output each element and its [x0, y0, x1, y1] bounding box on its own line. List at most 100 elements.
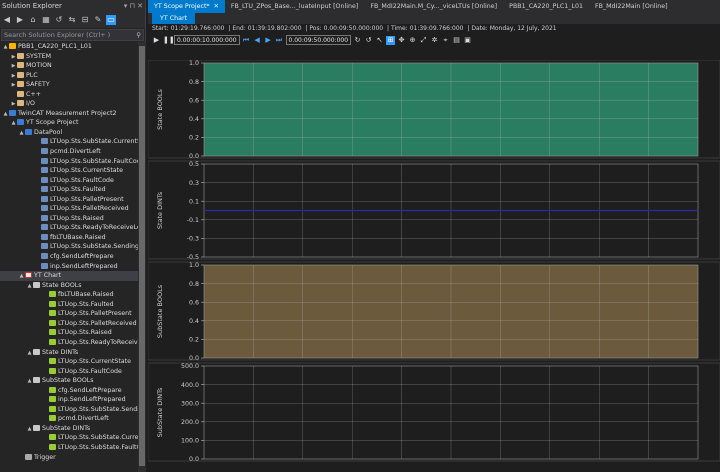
cursor-icon[interactable]: ↖	[375, 36, 384, 45]
tree-node[interactable]: Trigger	[0, 453, 138, 463]
tree-node[interactable]: C++	[0, 90, 138, 100]
document-tab[interactable]: PBB1_CA220_PLC1_L01	[503, 0, 589, 13]
fit-icon[interactable]: ⤢	[419, 36, 428, 45]
refresh-icon[interactable]: ↻	[353, 36, 362, 45]
document-tab[interactable]: FB_MdI22Main.M_Cy..._viceLTUs [Online]	[364, 0, 503, 13]
tree-scrollbar[interactable]	[138, 42, 146, 472]
expand-arrow-icon[interactable]: ▲	[2, 43, 9, 52]
panel-icon[interactable]: ▣	[463, 36, 472, 45]
tree-node[interactable]: LTUop.Sts.PalletPresent	[0, 195, 138, 205]
tree-node[interactable]: fbLTUBase.Raised	[0, 290, 138, 300]
collapse-arrow-icon[interactable]: ▶	[10, 62, 17, 71]
tree-node[interactable]: ▲ State BOOLs	[0, 281, 138, 291]
tree-node[interactable]: LTUop.Sts.FaultCode	[0, 367, 138, 377]
tree-node[interactable]: LTUop.Sts.ReadyToReceiv	[0, 338, 138, 348]
play-icon[interactable]: ▶	[152, 36, 161, 45]
tree-node[interactable]: pcmd.DivertLeft	[0, 414, 138, 424]
tree-node[interactable]: LTUop.Sts.SubState.CurrentSt	[0, 137, 138, 147]
settings-icon[interactable]: ✲	[430, 36, 439, 45]
chart-panel[interactable]: 1.0 0.8 0.6 0.4 0.2 0.0 State BOOLs	[148, 60, 720, 160]
chart-panel[interactable]: 500.0 400.0 300.0 200.0 100.0 0.0 SubState DIN…	[148, 362, 720, 463]
panel-window-buttons[interactable]: ▾ ⊓ ✕	[124, 0, 143, 12]
skip-start-icon[interactable]: ⏮	[242, 36, 251, 45]
tree-node[interactable]: ▲ DataPool	[0, 128, 138, 138]
tree-node[interactable]: LTUop.Sts.PalletReceived	[0, 319, 138, 329]
tree-node[interactable]: LTUop.Sts.SubState.Currer	[0, 433, 138, 443]
properties-icon[interactable]: ✎	[93, 15, 103, 25]
tree-node[interactable]: LTUop.Sts.SubState.FaultCod	[0, 157, 138, 167]
tree-node[interactable]: ▶ SAFETY	[0, 80, 138, 90]
expand-arrow-icon[interactable]: ▲	[26, 377, 33, 386]
tree-node[interactable]: ▲ YT Scope Project	[0, 118, 138, 128]
skip-end-icon[interactable]: ⏭	[275, 36, 284, 45]
tree-node[interactable]: inp.SendLeftPrepared	[0, 262, 138, 272]
pan-icon[interactable]: ✥	[397, 36, 406, 45]
tree-node[interactable]: LTUop.Sts.SubState.FaultC	[0, 443, 138, 453]
marker-icon[interactable]: ⌖	[441, 36, 450, 45]
search-icon[interactable]: ⚲	[136, 30, 141, 40]
tree-node[interactable]: LTUop.Sts.ReadyToReceiveLe	[0, 223, 138, 233]
tree-node[interactable]: ▶ PLC	[0, 71, 138, 81]
tree-node[interactable]: ▲ SubState BOOLs	[0, 376, 138, 386]
tree-node[interactable]: LTUop.Sts.PalletPresent	[0, 309, 138, 319]
chart-panel[interactable]: 0.5 0.3 0.1 -0.1 -0.3 -0.5 State DINTs	[148, 160, 720, 261]
tree-node[interactable]: ▲ PBB1_CA220_PLC1_L01	[0, 42, 138, 52]
back-icon[interactable]: ◀	[2, 15, 12, 25]
tree-node[interactable]: cfg.SendLeftPrepare	[0, 386, 138, 396]
document-tab[interactable]: YT Scope Project* ✕	[148, 0, 225, 13]
undo-icon[interactable]: ↺	[364, 36, 373, 45]
expand-arrow-icon[interactable]: ▲	[2, 110, 9, 119]
sync-icon[interactable]: ⇆	[67, 15, 77, 25]
solution-explorer-search-input[interactable]: Search Solution Explorer (Ctrl+ ) ⚲	[1, 29, 144, 41]
pause-icon[interactable]: ❚❚	[163, 36, 175, 45]
tree-node[interactable]: LTUop.Sts.SubState.Sending	[0, 242, 138, 252]
tree-node[interactable]: LTUop.Sts.SubState.Sendi	[0, 405, 138, 415]
scrollbar-thumb[interactable]	[139, 46, 145, 466]
expand-arrow-icon[interactable]: ▲	[26, 349, 33, 358]
preview-icon[interactable]: ▭	[106, 15, 116, 25]
interval-input[interactable]: 0.00:00:10.000:000	[174, 35, 240, 45]
tab-yt-chart[interactable]: YT Chart	[152, 13, 195, 24]
tree-node[interactable]: LTUop.Sts.Raised	[0, 214, 138, 224]
collapse-arrow-icon[interactable]: ▶	[10, 100, 17, 109]
tree-node[interactable]: pcmd.DivertLeft	[0, 147, 138, 157]
tree-node[interactable]: LTUop.Sts.Faulted	[0, 185, 138, 195]
tree-node[interactable]: LTUop.Sts.CurrentState	[0, 166, 138, 176]
tree-node[interactable]: ▲ State DINTs	[0, 348, 138, 358]
tree-node[interactable]: ▲ YT Chart	[0, 271, 138, 281]
position-input[interactable]: 0.00:09:50.000:000	[285, 35, 352, 45]
tree-node[interactable]: LTUop.Sts.FaultCode	[0, 176, 138, 186]
collapse-arrow-icon[interactable]: ▶	[10, 53, 17, 62]
export-icon[interactable]: ▤	[452, 36, 461, 45]
chart-panel[interactable]: 1.0 0.8 0.6 0.4 0.2 0.0 SubState BOOLs	[148, 261, 720, 362]
collapse-arrow-icon[interactable]: ▶	[10, 72, 17, 81]
expand-arrow-icon[interactable]: ▲	[18, 129, 25, 138]
document-tab[interactable]: FB_MdI22Main [Online]	[589, 0, 674, 13]
yt-chart-area[interactable]: 1.0 0.8 0.6 0.4 0.2 0.0 State BOOLs 0.5 0.3 0.1 -0…	[148, 60, 720, 472]
tree-node[interactable]: LTUop.Sts.Faulted	[0, 300, 138, 310]
tree-node[interactable]: ▲ SubState DINTs	[0, 424, 138, 434]
view-switch-icon[interactable]: ▦	[41, 15, 51, 25]
expand-arrow-icon[interactable]: ▲	[26, 425, 33, 434]
tree-node[interactable]: inp.SendLeftPrepared	[0, 395, 138, 405]
tree-node[interactable]: fbLTUBase.Raised	[0, 233, 138, 243]
zoom-select-icon[interactable]: ⊞	[386, 35, 396, 45]
tree-node[interactable]: ▶ I/O	[0, 99, 138, 109]
collapse-arrow-icon[interactable]: ▶	[10, 81, 17, 90]
tree-node[interactable]: LTUop.Sts.PalletReceived	[0, 204, 138, 214]
expand-arrow-icon[interactable]: ▲	[18, 272, 25, 281]
expand-arrow-icon[interactable]: ▲	[26, 282, 33, 291]
tree-node[interactable]: ▲ TwinCAT Measurement Project2	[0, 109, 138, 119]
tree-node[interactable]: ▶ SYSTEM	[0, 52, 138, 62]
close-tab-icon[interactable]: ✕	[214, 3, 219, 10]
step-forward-icon[interactable]: ▶	[264, 36, 273, 45]
collapse-all-icon[interactable]: ⊟	[80, 15, 90, 25]
step-back-icon[interactable]: ◀	[253, 36, 262, 45]
tree-node[interactable]: ▶ MOTION	[0, 61, 138, 71]
forward-icon[interactable]: ▶	[15, 15, 25, 25]
home-icon[interactable]: ⌂	[28, 15, 38, 25]
zoom-icon[interactable]: ⊕	[408, 36, 417, 45]
document-tab[interactable]: FB_LTU_ZPos_Base..._luateInput [Online]	[225, 0, 364, 13]
tree-node[interactable]: cfg.SendLeftPrepare	[0, 252, 138, 262]
tree-node[interactable]: LTUop.Sts.Raised	[0, 328, 138, 338]
